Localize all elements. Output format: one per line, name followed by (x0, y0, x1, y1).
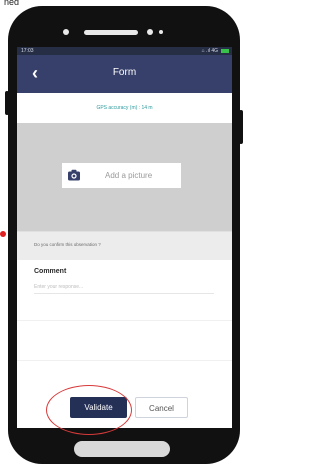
picture-area: Add a picture (17, 123, 232, 231)
volume-button[interactable] (239, 110, 243, 144)
sensor-dot (159, 30, 163, 34)
status-time: 17:03 (21, 48, 34, 54)
app-bar: ‹ Form (17, 55, 232, 93)
comment-label: Comment (34, 268, 67, 275)
confirm-question-text: Do you confirm this observation ? (34, 242, 101, 247)
add-picture-button[interactable]: Add a picture (62, 163, 181, 188)
divider (17, 360, 232, 361)
annotation-marker-dot (0, 231, 6, 237)
app-screen: 17:03 ⌂ .ıl 4G ‹ Form GPS accuracy (m) :… (17, 47, 232, 428)
camera-icon (68, 169, 80, 181)
confirm-question-row: Do you confirm this observation ? (17, 231, 232, 261)
comment-input[interactable] (34, 280, 214, 294)
power-button[interactable] (5, 91, 9, 115)
highlight-circle (46, 385, 132, 435)
caption-fragment: ned (4, 0, 20, 7)
page-title: Form (112, 67, 137, 78)
add-picture-label: Add a picture (105, 171, 153, 180)
front-camera (63, 29, 69, 35)
sensor-dot (147, 29, 153, 35)
battery-icon (221, 49, 229, 53)
signal-icon: ⌂ .ıl 4G (201, 48, 218, 54)
gps-accuracy-text: GPS accuracy (m) : 14 m (17, 93, 232, 123)
divider (17, 320, 232, 321)
speaker-grille (84, 30, 138, 35)
cancel-button[interactable]: Cancel (135, 397, 188, 418)
home-button[interactable] (74, 441, 170, 457)
status-bar: 17:03 ⌂ .ıl 4G (17, 47, 232, 55)
